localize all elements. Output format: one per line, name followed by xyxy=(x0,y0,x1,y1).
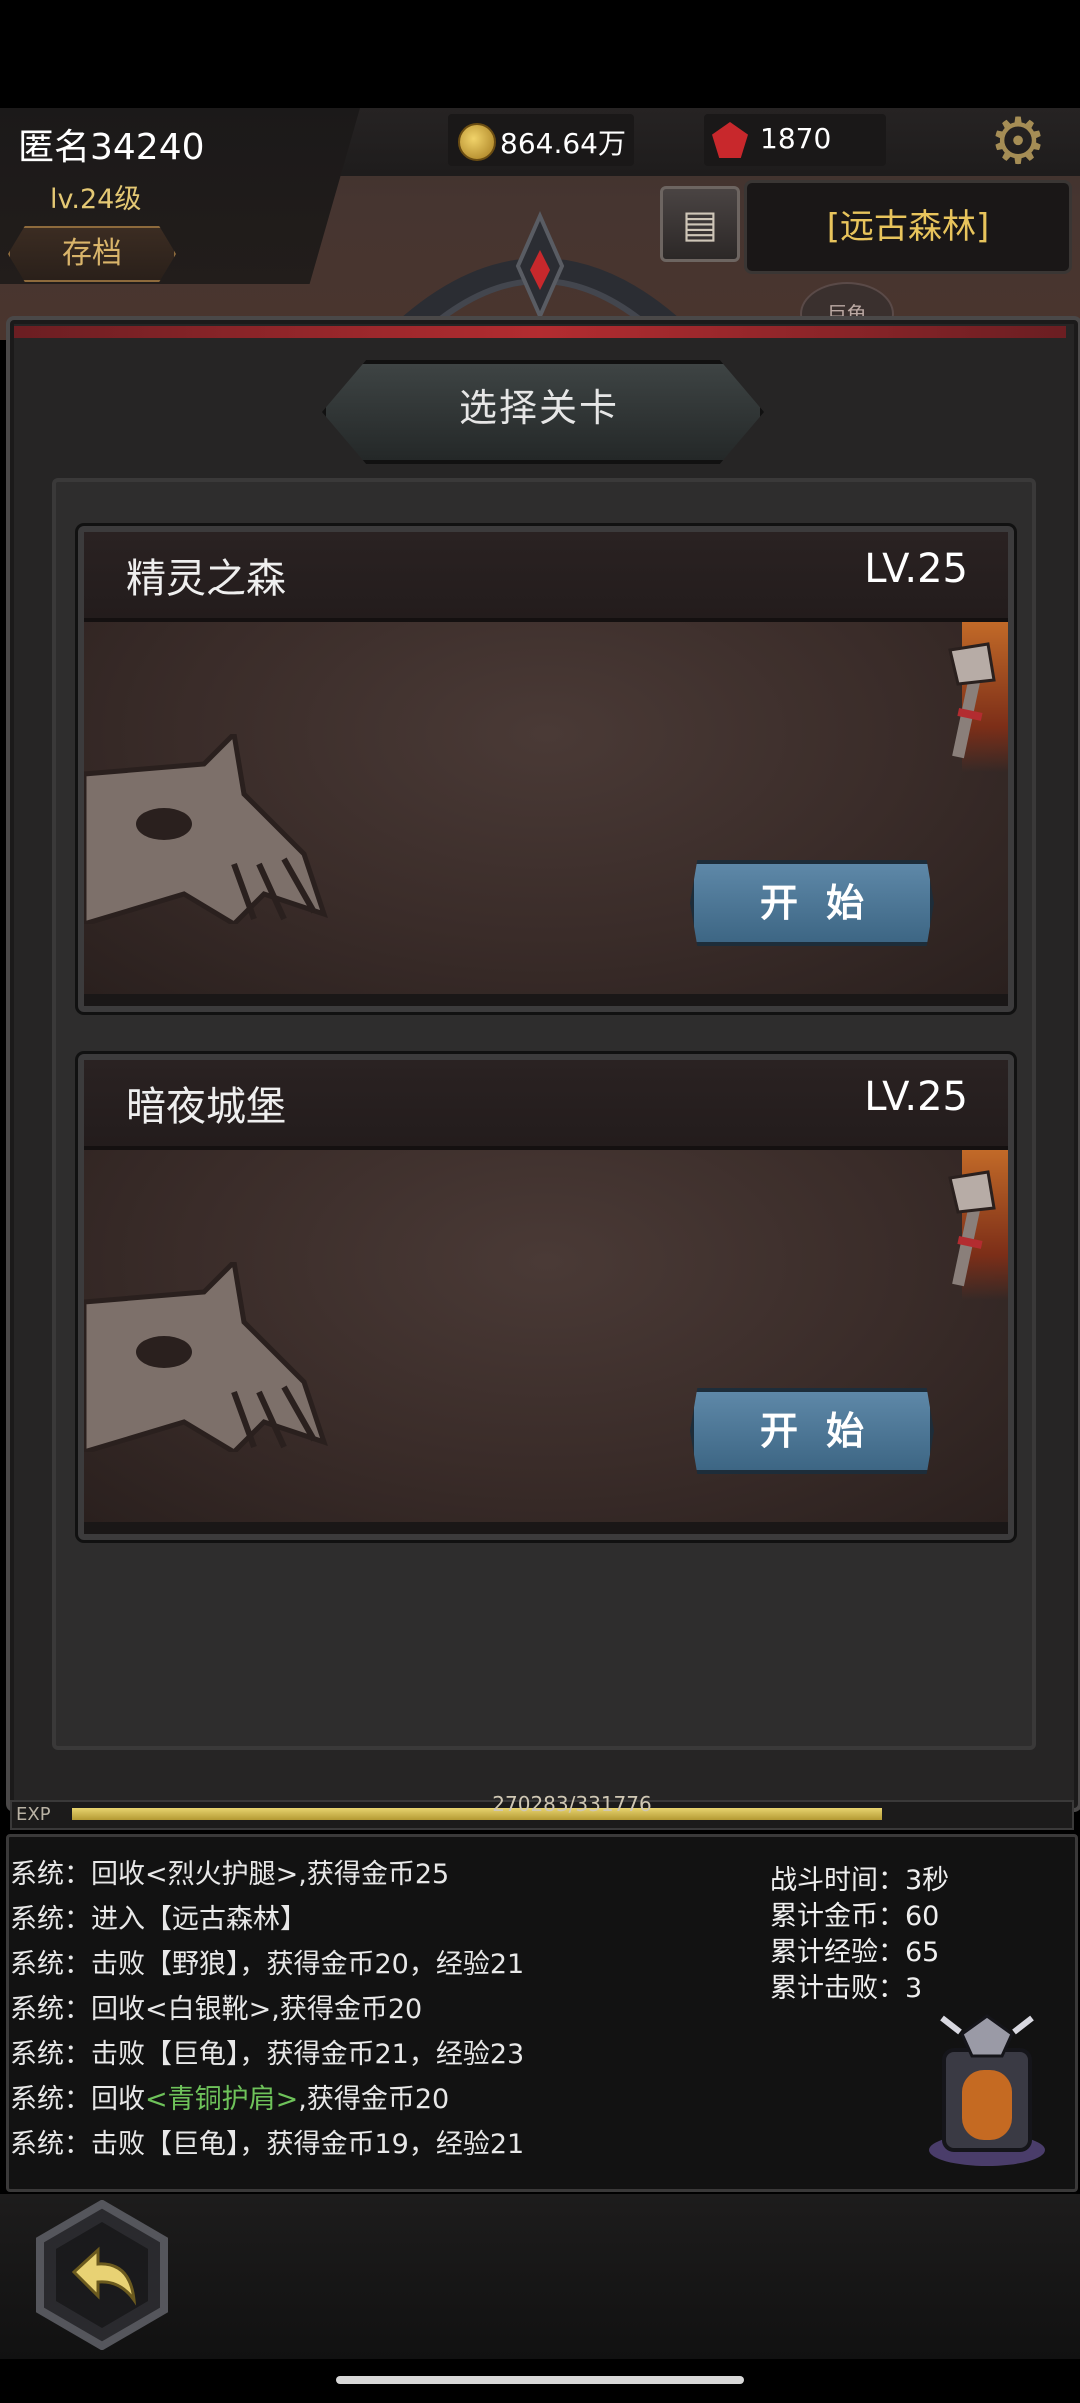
stat-value: 65 xyxy=(905,1937,940,1968)
axe-icon xyxy=(948,1170,996,1287)
exp-value: 270283/331776 xyxy=(492,1792,652,1816)
exp-bar: EXP 270283/331776 xyxy=(10,1792,1074,1830)
stat-total-gold: 累计金币：60 xyxy=(770,1894,939,1933)
log-text: ,获得金币20 xyxy=(298,2084,450,2115)
log-line: 系统：击败【巨龟】，获得金币19，经验21 xyxy=(10,2122,524,2161)
gold-value: 864.64万 xyxy=(500,127,626,160)
log-text: 回收 xyxy=(91,2084,145,2115)
stage-level: LV.25 xyxy=(864,1074,968,1120)
dragon-skull-icon xyxy=(84,734,328,924)
dialog-title: 选择关卡 xyxy=(458,386,619,430)
dragon-skull-icon xyxy=(84,1262,328,1452)
log-line: 系统：回收<白银靴>,获得金币20 xyxy=(10,1987,422,2026)
stat-total-kills: 累计击败：3 xyxy=(770,1966,922,2005)
log-prefix: 系统： xyxy=(10,2039,91,2070)
location-name: [远古森林] xyxy=(826,207,990,247)
gold-coin-icon xyxy=(458,123,496,161)
log-prefix: 系统： xyxy=(10,1949,91,1980)
log-text: 回收<烈火护腿>,获得金币25 xyxy=(91,1859,450,1890)
start-button[interactable]: 开始 xyxy=(690,860,934,946)
stat-label: 累计经验： xyxy=(770,1937,905,1968)
log-prefix: 系统： xyxy=(10,2129,91,2160)
log-text: 回收<白银靴>,获得金币20 xyxy=(91,1994,423,2025)
save-button[interactable]: 存档 xyxy=(8,226,176,282)
stat-value: 3 xyxy=(905,1973,923,2004)
log-prefix: 系统： xyxy=(10,1904,91,1935)
stage-level: LV.25 xyxy=(864,546,968,592)
log-text: 击败【巨龟】，获得金币21，经验23 xyxy=(91,2039,525,2070)
gem-counter: 1870 xyxy=(704,114,886,166)
stat-label: 累计击败： xyxy=(770,1973,905,2004)
stat-label: 战斗时间： xyxy=(770,1865,905,1896)
stage-name: 暗夜城堡 xyxy=(126,1084,286,1130)
back-button[interactable] xyxy=(32,2200,172,2350)
log-text: 击败【巨龟】，获得金币19，经验21 xyxy=(91,2129,525,2160)
exp-label: EXP xyxy=(16,1804,51,1825)
log-line: 系统：回收<烈火护腿>,获得金币25 xyxy=(10,1852,449,1891)
stage-card: 精灵之森 LV.25 开始 xyxy=(78,526,1014,1012)
player-name: 匿名34240 xyxy=(18,127,205,168)
stat-label: 累计金币： xyxy=(770,1901,905,1932)
gem-value: 1870 xyxy=(760,122,832,155)
home-indicator xyxy=(336,2376,744,2384)
log-line: 系统：进入【远古森林】 xyxy=(10,1897,307,1936)
gold-counter: 864.64万 xyxy=(448,114,634,166)
axe-icon xyxy=(948,642,996,759)
stat-value: 60 xyxy=(905,1901,940,1932)
start-button[interactable]: 开始 xyxy=(690,1388,934,1474)
log-prefix: 系统： xyxy=(10,1994,91,2025)
log-text: 进入【远古森林】 xyxy=(91,1904,307,1935)
stage-card-header: 暗夜城堡 LV.25 xyxy=(84,1060,1008,1150)
red-gem-icon xyxy=(712,122,748,158)
dialog-top-bar xyxy=(14,326,1066,338)
log-text: 击败【野狼】，获得金币20，经验21 xyxy=(91,1949,525,1980)
log-prefix: 系统： xyxy=(10,2084,91,2115)
log-line: 系统：击败【野狼】，获得金币20，经验21 xyxy=(10,1942,524,1981)
location-button[interactable]: [远古森林] xyxy=(744,180,1072,274)
log-item-name: <青铜护肩> xyxy=(145,2084,299,2115)
stage-name: 精灵之森 xyxy=(126,556,286,602)
stat-value: 3秒 xyxy=(905,1865,950,1896)
log-line: 系统：回收<青铜护肩>,获得金币20 xyxy=(10,2077,449,2116)
demon-shrine-icon[interactable] xyxy=(922,2010,1052,2170)
player-level: lv.24级 xyxy=(50,184,142,215)
stage-card-header: 精灵之森 LV.25 xyxy=(84,532,1008,622)
stat-total-exp: 累计经验：65 xyxy=(770,1930,939,1969)
stage-card: 暗夜城堡 LV.25 开始 xyxy=(78,1054,1014,1540)
gear-icon[interactable]: ⚙ xyxy=(972,108,1064,176)
log-line: 系统：击败【巨龟】，获得金币21，经验23 xyxy=(10,2032,524,2071)
stat-battle-time: 战斗时间：3秒 xyxy=(770,1858,949,1897)
log-prefix: 系统： xyxy=(10,1859,91,1890)
